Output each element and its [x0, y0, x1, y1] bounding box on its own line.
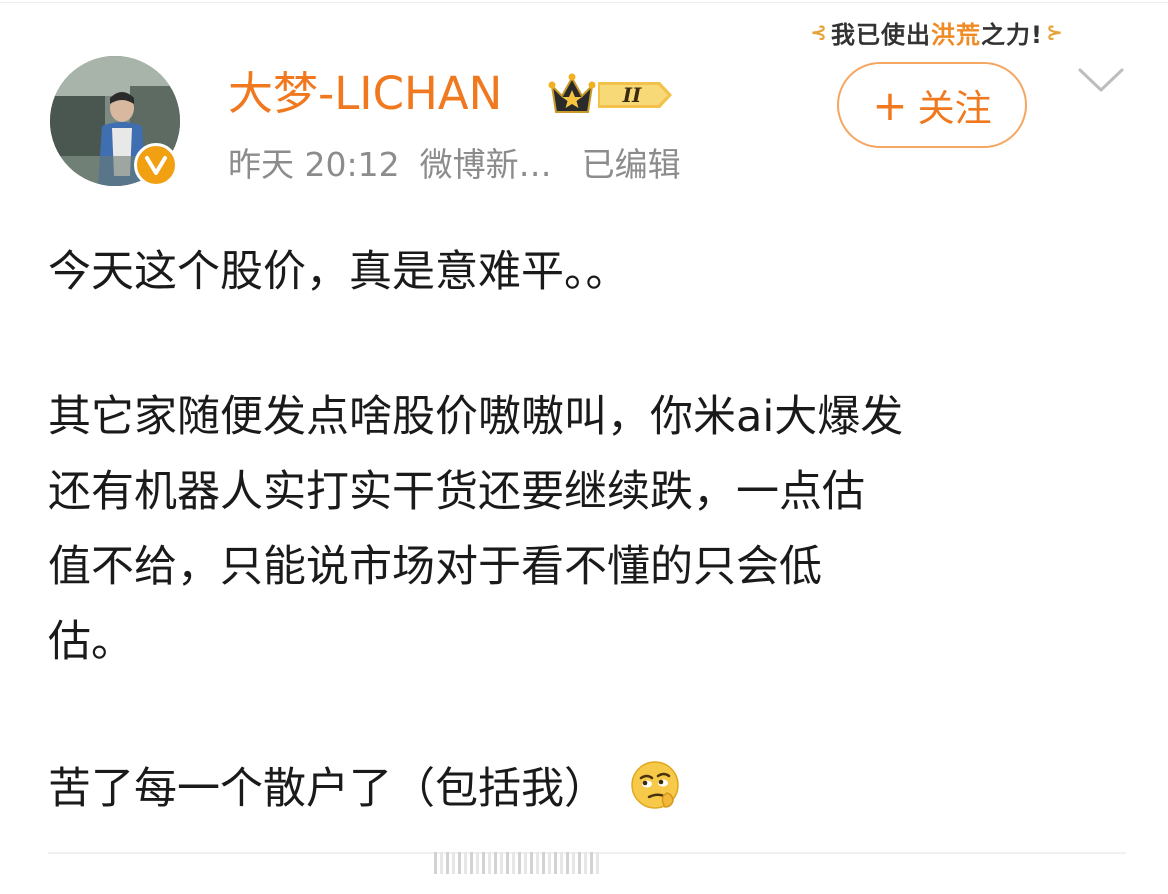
- post-line-6: 苦了每一个散户了（包括我）: [48, 752, 681, 827]
- plus-icon: +: [872, 80, 908, 130]
- post-line-3: 还有机器人实打实干货还要继续跌，一点估: [48, 467, 865, 517]
- loader-tick: [578, 852, 581, 874]
- loader-tick: [446, 852, 449, 874]
- loader-tick: [542, 852, 545, 874]
- loader-tick: [560, 852, 563, 874]
- post-line-4: 值不给，只能说市场对于看不懂的只会低: [48, 542, 822, 592]
- loader-tick: [548, 852, 551, 874]
- loading-dots-icon: [430, 848, 610, 878]
- loader-tick: [476, 852, 479, 874]
- loader-tick: [584, 852, 587, 874]
- edited-label[interactable]: 已编辑: [582, 145, 681, 184]
- loader-tick: [572, 852, 575, 874]
- post-line-2: 其它家随便发点啥股价嗷嗷叫，你米ai大爆发: [48, 392, 904, 442]
- loader-tick: [464, 852, 467, 874]
- follow-button[interactable]: + 关注: [837, 62, 1027, 148]
- member-level-text: II: [622, 83, 642, 107]
- loader-tick: [518, 852, 521, 874]
- sticker-right-deco: ⊱: [1045, 20, 1064, 44]
- loader-tick: [554, 852, 557, 874]
- loader-tick: [512, 852, 515, 874]
- sticker-text-2: 洪荒: [931, 20, 982, 49]
- thinking-face-emoji-icon: [629, 759, 681, 811]
- sticker-text-1: 我已使出: [831, 20, 932, 49]
- header-sticker: ⊰ 我已使出 洪荒 之力! ⊱: [796, 12, 1078, 52]
- username[interactable]: 大梦-LICHAN: [228, 66, 502, 122]
- top-divider: [0, 2, 1168, 3]
- loader-tick: [590, 852, 593, 874]
- follow-label: 关注: [917, 87, 992, 130]
- loader-tick: [524, 852, 527, 874]
- verified-v-badge-icon: [134, 143, 178, 187]
- loader-tick: [566, 852, 569, 874]
- post-source[interactable]: 微博新…: [420, 145, 552, 184]
- sticker-text-3: 之力!: [981, 20, 1043, 49]
- loader-tick: [458, 852, 461, 874]
- loader-tick: [596, 852, 599, 874]
- post-time: 昨天 20:12: [228, 145, 400, 184]
- loader-tick: [488, 852, 491, 874]
- post-line-5: 估。: [48, 617, 134, 667]
- post-line-6-text: 苦了每一个散户了（包括我）: [48, 764, 607, 814]
- loader-tick: [452, 852, 455, 874]
- loader-tick: [536, 852, 539, 874]
- loader-tick: [482, 852, 485, 874]
- chevron-down-icon[interactable]: [1076, 62, 1126, 98]
- sticker-left-deco: ⊰: [810, 20, 829, 44]
- loader-tick: [530, 852, 533, 874]
- post-line-1: 今天这个股价，真是意难平。。: [48, 247, 629, 297]
- crown-vip-badge-icon[interactable]: II: [548, 72, 678, 118]
- loader-tick: [470, 852, 473, 874]
- loader-tick: [434, 852, 437, 874]
- loader-tick: [494, 852, 497, 874]
- post-meta: 昨天 20:12 微博新… 已编辑: [228, 143, 681, 187]
- loader-tick: [500, 852, 503, 874]
- loader-tick: [506, 852, 509, 874]
- loader-tick: [440, 852, 443, 874]
